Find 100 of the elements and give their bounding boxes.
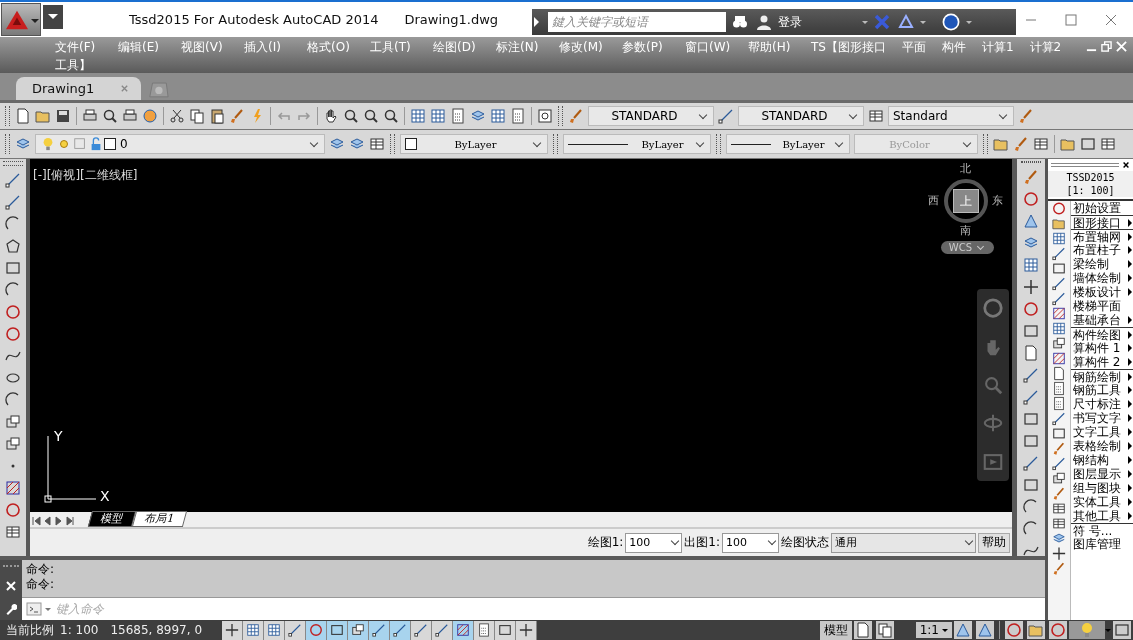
calculator-icon[interactable] (450, 108, 466, 124)
rect-icon[interactable] (1052, 261, 1066, 276)
printer-icon[interactable] (122, 108, 138, 124)
rect-icon[interactable] (1113, 621, 1131, 639)
text-style-dropdown[interactable]: STANDARD (588, 106, 714, 126)
block-icon[interactable] (1052, 471, 1066, 486)
copy-icon[interactable] (189, 108, 205, 124)
menu-item[interactable]: 工具】 (47, 56, 110, 74)
panel-menu-item[interactable]: 符 号... (1071, 523, 1133, 537)
calculator-icon[interactable] (510, 108, 526, 124)
brush-icon[interactable] (1023, 169, 1039, 185)
drawing-canvas[interactable]: [-][俯视][二维线框] 北 西 上 东 南 WCS Y X (30, 159, 1012, 512)
brush-icon[interactable] (1052, 441, 1066, 456)
circle-icon[interactable] (1005, 621, 1023, 639)
line-icon[interactable] (1023, 389, 1039, 405)
magnifier-icon[interactable] (343, 108, 359, 124)
drawing-scale-dropdown[interactable]: 100 (625, 532, 683, 553)
brush-icon[interactable] (1018, 108, 1034, 124)
folder-icon[interactable] (1052, 216, 1066, 231)
panel-menu-item[interactable]: 其他工具 (1071, 509, 1133, 523)
panel-menu-item[interactable]: 实体工具 (1071, 495, 1133, 509)
question-icon[interactable] (537, 108, 553, 124)
panel-menu-item[interactable]: 初始设置 (1071, 201, 1133, 215)
line-icon[interactable] (5, 172, 21, 188)
grid-icon[interactable] (490, 108, 506, 124)
binoculars-icon[interactable] (732, 14, 749, 30)
arc-icon[interactable] (5, 392, 21, 408)
panel-menu-item[interactable]: 基础承台 (1071, 313, 1133, 327)
arc-icon[interactable] (1023, 521, 1039, 537)
line-icon[interactable] (1052, 291, 1066, 306)
rect-icon[interactable] (1023, 411, 1039, 427)
drawing-state-dropdown[interactable]: 通用 (831, 532, 976, 553)
arc-icon[interactable] (5, 216, 21, 232)
maximize-icon[interactable] (1065, 13, 1077, 26)
wrench-icon[interactable] (5, 602, 17, 615)
search-field[interactable]: 鍵入关键字或短语 (548, 12, 727, 32)
panel-menu-item[interactable]: 表格绘制 (1071, 439, 1133, 453)
lineweight-dropdown[interactable]: ByLayer (726, 134, 850, 154)
polygon-icon[interactable] (5, 238, 21, 254)
quick-access-button[interactable] (43, 4, 63, 29)
panel-menu-item[interactable]: 书写文字 (1071, 411, 1133, 425)
line-icon[interactable] (1052, 456, 1066, 471)
hatch-icon[interactable] (1052, 306, 1066, 321)
panel-menu-item[interactable]: 钢筋绘制 (1071, 369, 1133, 383)
menu-item[interactable]: 绘图(D) (425, 38, 488, 56)
calculator-icon[interactable] (1052, 396, 1066, 411)
command-input[interactable]: 键入命令 (54, 601, 1045, 617)
panel-menu-item[interactable]: 构件绘图 (1071, 327, 1133, 341)
ellipse-icon[interactable] (5, 370, 21, 386)
table-icon[interactable] (868, 108, 884, 124)
menu-item[interactable]: 帮助(H) (740, 38, 803, 56)
panel-menu-item[interactable]: 图形接口 (1071, 215, 1133, 229)
arc-icon[interactable] (1023, 499, 1039, 515)
layer-dropdown[interactable]: 0 (35, 134, 325, 154)
sign-in-button[interactable]: 登录 (778, 13, 859, 31)
hatch-icon[interactable] (5, 480, 21, 496)
menu-item[interactable]: 视图(V) (173, 38, 236, 56)
table-icon[interactable] (369, 136, 385, 152)
circle-icon[interactable] (1023, 301, 1039, 317)
rect-icon[interactable] (1023, 477, 1039, 493)
panel-menu-item[interactable]: 钢结构 (1071, 453, 1133, 467)
circle-icon[interactable] (1049, 621, 1067, 639)
table-icon[interactable] (1100, 136, 1116, 152)
block-icon[interactable] (5, 436, 21, 452)
help-icon[interactable] (942, 13, 961, 31)
panel-menu-item[interactable]: 文字工具 (1071, 425, 1133, 439)
line-icon[interactable] (1052, 276, 1066, 291)
table-icon[interactable] (1052, 516, 1066, 531)
page-icon[interactable] (1023, 345, 1039, 361)
panel-menu-item[interactable]: 组与图块 (1071, 481, 1133, 495)
copy-icon[interactable] (875, 621, 894, 639)
menu-item[interactable]: TS【图形接口 (803, 38, 894, 56)
command-prompt-icon[interactable] (26, 601, 42, 617)
command-field[interactable]: 键入命令 (22, 597, 1045, 620)
panel-menu-item[interactable]: 图库管理 (1071, 537, 1133, 551)
magnifier-icon[interactable] (102, 108, 118, 124)
help-button[interactable]: 帮助 (978, 532, 1010, 553)
menu-item[interactable]: 标注(N) (488, 38, 551, 56)
hatch-icon[interactable] (1052, 351, 1066, 366)
brush-icon[interactable] (1052, 561, 1066, 576)
circle-icon[interactable] (5, 326, 21, 342)
document-tab[interactable]: Drawing1 (16, 77, 141, 100)
line-icon[interactable] (718, 108, 734, 124)
triangle-icon[interactable] (1023, 213, 1039, 229)
restore-icon[interactable] (1101, 41, 1112, 52)
brush-icon[interactable] (229, 108, 245, 124)
page-icon[interactable] (1052, 366, 1066, 381)
circle-icon[interactable] (5, 304, 21, 320)
grid-icon[interactable] (1052, 321, 1066, 336)
move-icon[interactable] (1052, 546, 1066, 561)
menu-item[interactable]: 插入(I) (236, 38, 299, 56)
panel-menu-item[interactable]: 布置柱子 (1071, 243, 1133, 257)
magnifier-icon[interactable] (383, 108, 399, 124)
wcs-menu-button[interactable]: WCS (940, 241, 994, 254)
menu-item[interactable]: 窗口(W) (677, 38, 740, 56)
viewport-label[interactable]: [-][俯视][二维线框] (33, 167, 138, 184)
triangle-network-icon[interactable] (898, 14, 915, 30)
app-logo-button[interactable] (1, 3, 41, 36)
line-icon[interactable] (1052, 246, 1066, 261)
layout-tab[interactable]: 布局1 (131, 511, 188, 527)
